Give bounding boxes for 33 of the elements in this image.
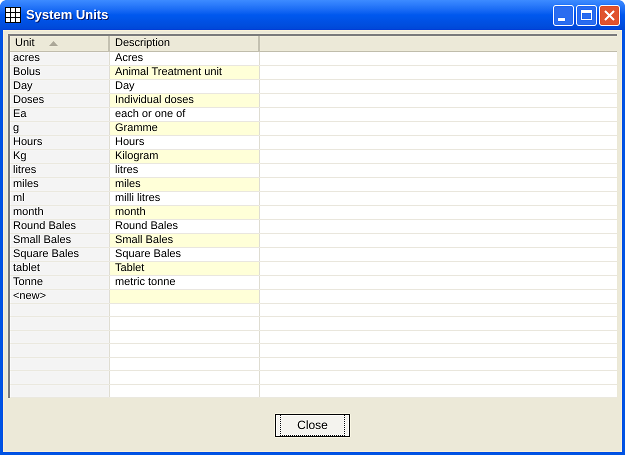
table-cell: month: [110, 206, 260, 219]
table-cell: acres: [10, 52, 110, 65]
table-cell: month: [10, 206, 110, 219]
table-cell: Animal Treatment unit: [110, 66, 260, 79]
table-cell: Day: [10, 80, 110, 93]
table-cell: Doses: [10, 94, 110, 107]
table-cell: Tonne: [10, 276, 110, 289]
table-cell: <new>: [10, 290, 110, 303]
table-cell: miles: [110, 178, 260, 191]
table-cell: Small Bales: [110, 234, 260, 247]
table-cell: Kg: [10, 150, 110, 163]
close-dialog-button[interactable]: Close: [275, 414, 350, 436]
table-cell: Bolus: [10, 66, 110, 79]
table-cell: Kilogram: [110, 150, 260, 163]
table-cell: Tablet: [110, 262, 260, 275]
table-cell: Round Bales: [10, 220, 110, 233]
table-cell: tablet: [10, 262, 110, 275]
table-cell: Small Bales: [10, 234, 110, 247]
table-cell: Gramme: [110, 122, 260, 135]
table-cell: miles: [10, 178, 110, 191]
table-cell: litres: [10, 164, 110, 177]
table-cell: Ea: [10, 108, 110, 121]
table-cell: Square Bales: [10, 248, 110, 261]
table-cell: Hours: [10, 136, 110, 149]
close-button[interactable]: [599, 4, 620, 26]
minimize-button[interactable]: [553, 4, 574, 26]
table-cell: Individual doses: [110, 94, 260, 107]
window-title: System Units: [26, 6, 108, 24]
table-cell: ml: [10, 192, 110, 205]
grid-icon: [5, 7, 21, 23]
maximize-button[interactable]: [576, 4, 597, 26]
close-icon: [604, 10, 615, 20]
table-cell: g: [10, 122, 110, 135]
